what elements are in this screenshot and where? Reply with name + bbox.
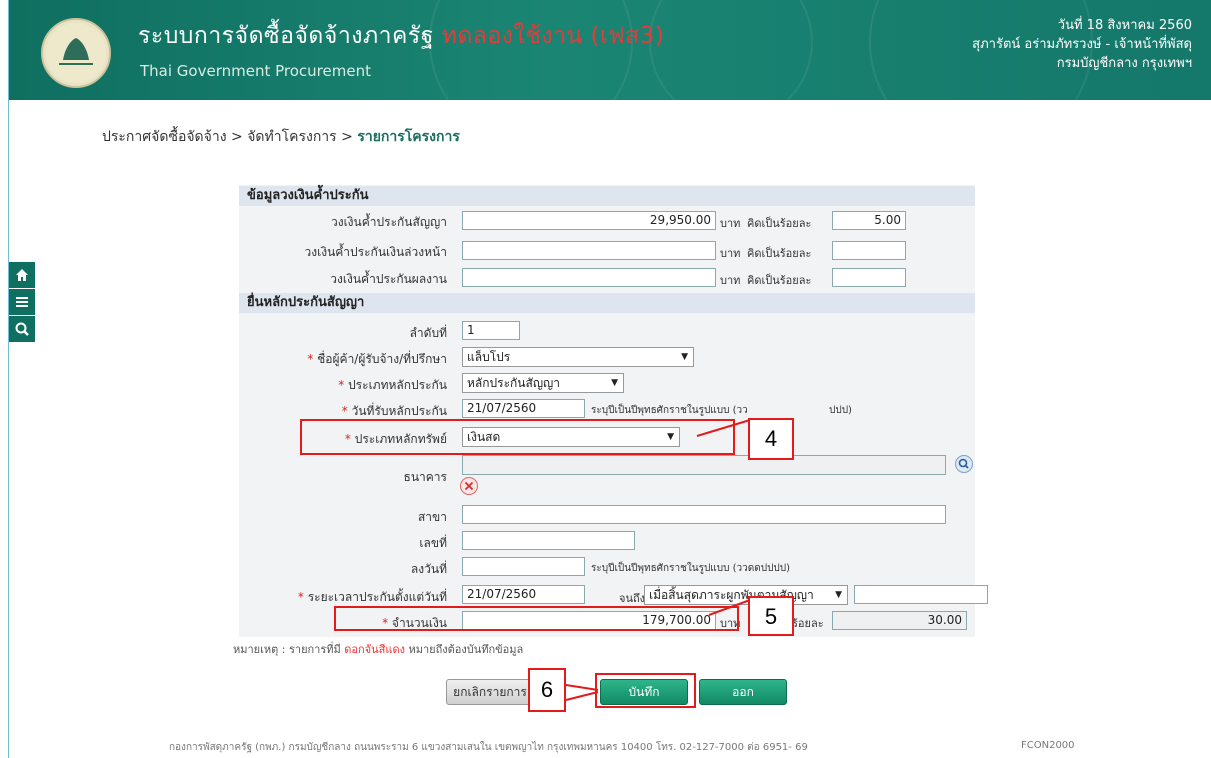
callout-step-6: 6	[528, 668, 566, 712]
callout-pointers	[565, 419, 751, 701]
app-frame: ระบบการจัดซื้อจัดจ้างภาครัฐ ทดลองใช้งาน …	[8, 0, 1211, 758]
footer-address: กองการพัสดุภาครัฐ (กพภ.) กรมบัญชีกลาง ถน…	[169, 742, 808, 753]
footer-code: FCON2000	[1021, 740, 1075, 751]
callout-step-4: 4	[748, 418, 794, 460]
callout-step-5: 5	[748, 596, 794, 636]
